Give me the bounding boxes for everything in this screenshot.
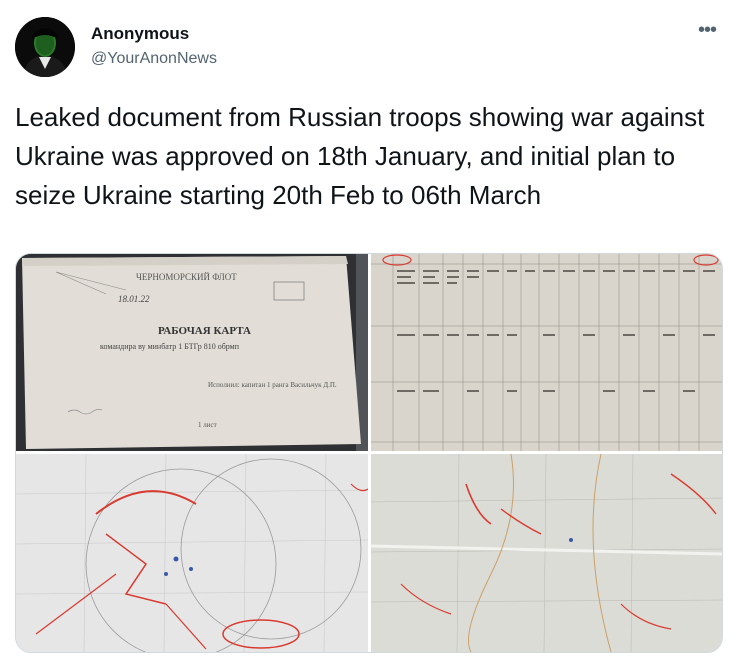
doc-header: ЧЕРНОМОРСКИЙ ФЛОТ [136, 272, 237, 282]
doc-title: РАБОЧАЯ КАРТА [158, 325, 251, 337]
media-image-map-2[interactable] [371, 454, 722, 652]
doc-subtitle: командира ву минбатр 1 БТГр 810 обрмп [100, 342, 240, 351]
doc-handwritten-date: 18.01.22 [118, 294, 150, 304]
anonymous-mask-avatar-icon [15, 17, 75, 77]
author-name[interactable]: Anonymous [91, 24, 189, 44]
media-image-document-table[interactable] [371, 254, 722, 451]
tweet-text: Leaked document from Russian troops show… [15, 102, 705, 210]
media-grid: ЧЕРНОМОРСКИЙ ФЛОТ 18.01.22 РАБОЧАЯ КАРТА… [15, 253, 723, 653]
doc-sheet-count: 1 лист [198, 421, 217, 429]
media-image-document-cover[interactable]: ЧЕРНОМОРСКИЙ ФЛОТ 18.01.22 РАБОЧАЯ КАРТА… [16, 254, 368, 451]
doc-signature-line: Исполнил: капитан 1 ранга Васильчук Д.П. [208, 381, 337, 389]
media-image-map-1[interactable] [16, 454, 368, 652]
more-options-icon[interactable]: ••• [695, 18, 719, 42]
author-handle[interactable]: @YourAnonNews [91, 50, 217, 68]
avatar[interactable] [15, 17, 75, 77]
